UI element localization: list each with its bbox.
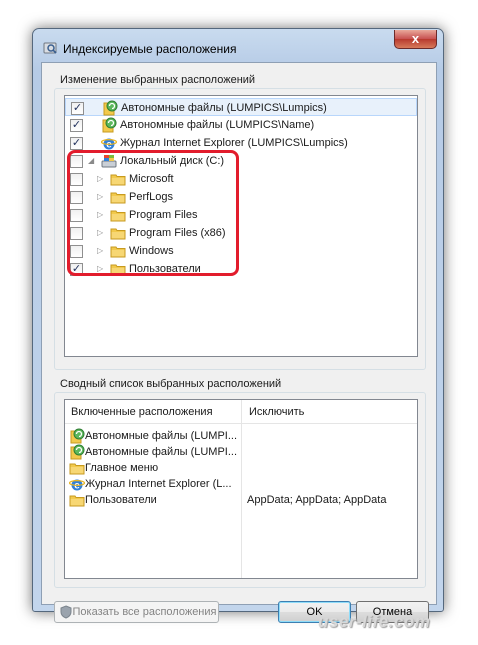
offline-files-icon: [69, 428, 85, 444]
top-group-label: Изменение выбранных расположений: [60, 74, 256, 86]
column-exclude[interactable]: Исключить: [249, 406, 304, 418]
offline-files-icon: [101, 117, 117, 133]
svg-text:e: e: [74, 481, 80, 492]
tree-item-label: Журнал Internet Explorer (LUMPICS\Lumpic…: [120, 137, 348, 149]
folder-icon: [69, 492, 85, 508]
bottom-group-label: Сводный список выбранных расположений: [60, 378, 282, 390]
ie-icon: e: [100, 135, 118, 151]
show-all-locations-button[interactable]: Показать все расположения: [54, 601, 219, 623]
watermark-text: user-life.com: [318, 612, 431, 631]
tree-row[interactable]: ✓ Автономные файлы (LUMPICS\Lumpics): [65, 98, 417, 116]
list-item[interactable]: Автономные файлы (LUMPI...: [65, 444, 417, 460]
window-title: Индексируемые расположения: [63, 42, 237, 56]
tree-row[interactable]: ✓ Автономные файлы (LUMPICS\Name): [65, 116, 417, 134]
list-item-name: Автономные файлы (LUMPI...: [85, 446, 238, 458]
tree-checkbox[interactable]: ✓: [71, 102, 84, 115]
annotation-highlight: [67, 150, 239, 276]
list-item-name: Главное меню: [85, 462, 159, 474]
tree-checkbox[interactable]: ✓: [70, 119, 83, 132]
offline-files-icon: [102, 100, 118, 116]
shield-icon: [60, 605, 72, 619]
indexing-options-icon: [43, 42, 57, 54]
list-item[interactable]: Пользователи AppData; AppData; AppData: [65, 492, 417, 508]
tree-checkbox[interactable]: ✓: [70, 137, 83, 150]
show-all-label: Показать все расположения: [72, 606, 217, 618]
list-item[interactable]: e Журнал Internet Explorer (L...: [65, 476, 417, 492]
dialog-client-area: Изменение выбранных расположений ✓ Автоно…: [41, 62, 437, 623]
list-item[interactable]: Главное меню: [65, 460, 417, 476]
title-bar[interactable]: Индексируемые расположения x: [33, 29, 443, 61]
list-item[interactable]: Автономные файлы (LUMPI...: [65, 428, 417, 444]
dialog-window: Индексируемые расположения x Изменение в…: [32, 28, 444, 623]
ie-icon: e: [68, 476, 86, 492]
tree-item-label: Автономные файлы (LUMPICS\Lumpics): [121, 102, 327, 114]
folder-icon: [69, 460, 85, 476]
list-item-exclude: AppData; AppData; AppData: [247, 494, 387, 506]
tree-item-label: Автономные файлы (LUMPICS\Name): [120, 119, 315, 131]
summary-list[interactable]: Включенные расположения Исключить Автоно…: [64, 399, 418, 579]
list-item-name: Пользователи: [85, 494, 157, 506]
offline-files-icon: [69, 444, 85, 460]
list-item-name: Журнал Internet Explorer (L...: [85, 478, 232, 490]
list-item-name: Автономные файлы (LUMPI...: [85, 430, 238, 442]
svg-text:e: e: [106, 140, 112, 151]
column-included[interactable]: Включенные расположения: [71, 406, 213, 418]
close-button[interactable]: x: [394, 30, 437, 49]
